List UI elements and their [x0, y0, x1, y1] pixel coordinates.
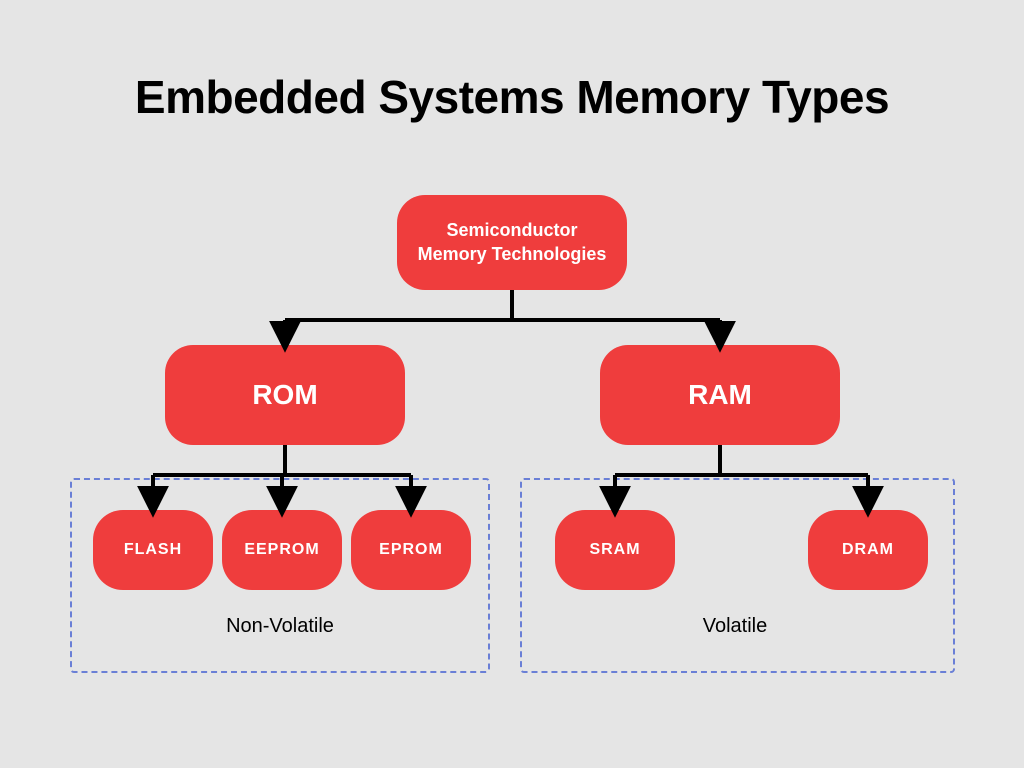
- group-volatile-label: Volatile: [660, 615, 810, 638]
- node-dram-label: DRAM: [842, 541, 894, 559]
- node-dram: DRAM: [808, 510, 928, 590]
- diagram-canvas: Embedded Systems Memory Types Semiconduc…: [0, 0, 1024, 768]
- diagram-title: Embedded Systems Memory Types: [0, 70, 1024, 124]
- node-ram-label: RAM: [688, 379, 752, 411]
- node-flash: FLASH: [93, 510, 213, 590]
- node-root: Semiconductor Memory Technologies: [397, 195, 627, 290]
- node-rom: ROM: [165, 345, 405, 445]
- node-flash-label: FLASH: [124, 541, 182, 559]
- node-ram: RAM: [600, 345, 840, 445]
- node-eeprom: EEPROM: [222, 510, 342, 590]
- node-eprom-label: EPROM: [379, 541, 443, 559]
- node-root-label: Semiconductor Memory Technologies: [418, 219, 607, 266]
- node-sram: SRAM: [555, 510, 675, 590]
- group-nonvolatile-label: Non-Volatile: [195, 615, 365, 638]
- node-eprom: EPROM: [351, 510, 471, 590]
- node-sram-label: SRAM: [589, 541, 640, 559]
- node-eeprom-label: EEPROM: [244, 541, 319, 559]
- node-rom-label: ROM: [252, 379, 317, 411]
